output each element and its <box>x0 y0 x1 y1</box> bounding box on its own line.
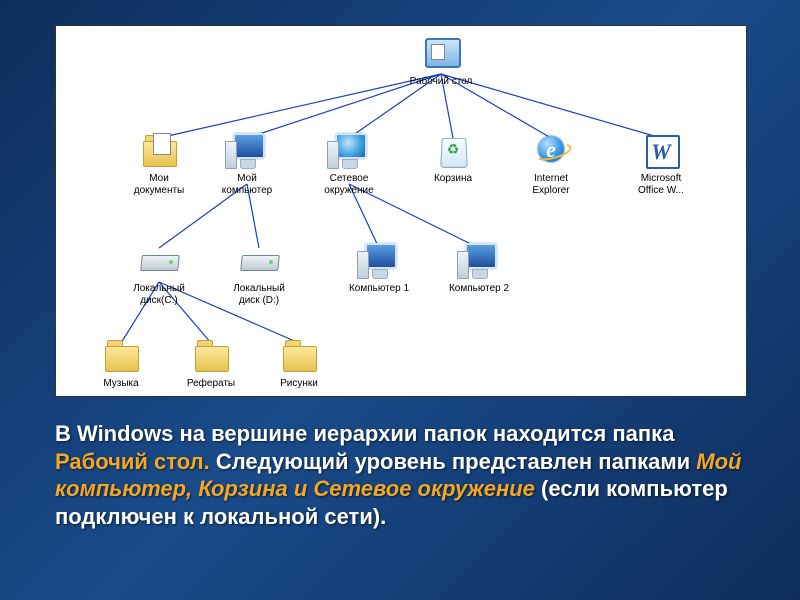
slide-caption: В Windows на вершине иерархии папок нахо… <box>55 420 745 530</box>
hard-drive-icon <box>139 241 179 281</box>
node-label: Рисунки <box>254 378 344 390</box>
node-label: Корзина <box>408 173 498 185</box>
node-label: Музыка <box>76 378 166 390</box>
node-pc1: Компьютер 1 <box>334 241 424 295</box>
folder-icon <box>279 336 319 376</box>
node-recycle: Корзина <box>408 131 498 185</box>
folder-icon <box>191 336 231 376</box>
caption-text-2: Следующий уровень представлен папками <box>216 449 696 474</box>
hierarchy-diagram: Рабочий стол МоидокументыМойкомпьютер Сете… <box>55 25 747 397</box>
node-root: Рабочий стол <box>396 34 486 88</box>
node-label: InternetExplorer <box>506 173 596 197</box>
folder-documents-icon <box>139 131 179 171</box>
node-docs: Моидокументы <box>114 131 204 197</box>
node-pc2: Компьютер 2 <box>434 241 524 295</box>
node-label: Мойкомпьютер <box>202 173 292 197</box>
caption-text-1: В Windows на вершине иерархии папок нахо… <box>55 421 674 446</box>
node-word: MicrosoftOffice W... <box>616 131 706 197</box>
node-pics: Рисунки <box>254 336 344 390</box>
node-label: Рефераты <box>166 378 256 390</box>
node-label: MicrosoftOffice W... <box>616 173 706 197</box>
node-ie: InternetExplorer <box>506 131 596 197</box>
node-label: Сетевоеокружение <box>304 173 394 197</box>
node-label: Локальныйдиск (D:) <box>214 283 304 307</box>
node-label: Моидокументы <box>114 173 204 197</box>
computer-icon <box>359 241 399 281</box>
recycle-bin-icon <box>433 131 473 171</box>
internet-explorer-icon <box>531 131 571 171</box>
computer-icon <box>227 131 267 171</box>
node-label: Локальныйдиск(C:) <box>114 283 204 307</box>
node-label: Компьютер 2 <box>434 283 524 295</box>
word-icon <box>641 131 681 171</box>
node-mycomp: Мойкомпьютер <box>202 131 292 197</box>
node-diskC: Локальныйдиск(C:) <box>114 241 204 307</box>
network-icon <box>329 131 369 171</box>
desktop-icon <box>421 34 461 74</box>
node-diskD: Локальныйдиск (D:) <box>214 241 304 307</box>
node-music: Музыка <box>76 336 166 390</box>
caption-highlight-desktop: Рабочий стол. <box>55 449 210 474</box>
node-label: Компьютер 1 <box>334 283 424 295</box>
node-network: Сетевоеокружение <box>304 131 394 197</box>
hard-drive-icon <box>239 241 279 281</box>
folder-icon <box>101 336 141 376</box>
computer-icon <box>459 241 499 281</box>
node-label: Рабочий стол <box>396 76 486 88</box>
node-essay: Рефераты <box>166 336 256 390</box>
